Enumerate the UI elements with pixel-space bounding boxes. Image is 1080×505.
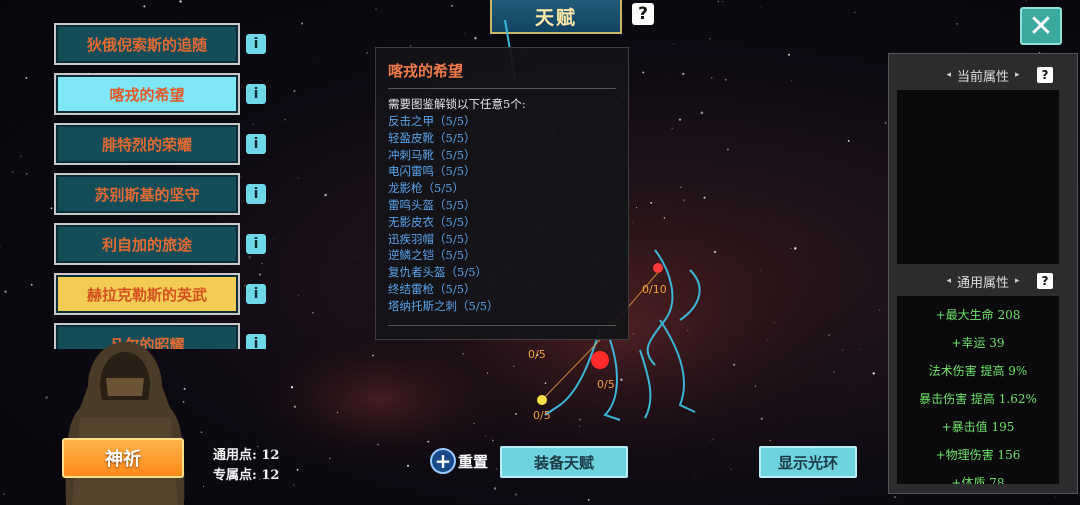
talent-item-sobieski[interactable]: 苏别斯基的坚守 bbox=[54, 173, 240, 215]
requirement-list: 反击之甲（5/5） 轻盈皮靴（5/5） 冲刺马靴（5/5） 电闪雷鸣（5/5） … bbox=[388, 113, 499, 315]
attribute-line: +最大生命 208 bbox=[935, 308, 1021, 322]
exclusive-points: 专属点: 12 bbox=[213, 468, 280, 483]
plus-icon: + bbox=[430, 448, 456, 474]
star-node bbox=[591, 351, 609, 369]
attribute-panel: ◂ 当前属性 ▸ ? ◂ 通用属性 ▸ ? +最大生命 208 +幸运 39 法… bbox=[888, 53, 1078, 494]
info-icon[interactable]: i bbox=[246, 234, 266, 254]
show-halo-button[interactable]: 显示光环 bbox=[759, 446, 857, 478]
attribute-line: 法术伤害 提高 9% bbox=[928, 364, 1028, 378]
requirement-item: 逆鳞之铠（5/5） bbox=[388, 248, 476, 263]
general-points: 通用点: 12 bbox=[213, 448, 280, 463]
talent-list[interactable]: 狄俄倪索斯的追随 i 喀戎的希望 i 腓特烈的荣耀 i 苏别斯基的坚守 i 利自… bbox=[54, 23, 284, 349]
attribute-line: +体质 78 bbox=[951, 476, 1005, 484]
info-icon[interactable]: i bbox=[246, 34, 266, 54]
requirement-item: 无影皮衣（5/5） bbox=[388, 214, 476, 229]
info-icon[interactable]: i bbox=[246, 84, 266, 104]
info-icon[interactable]: i bbox=[246, 284, 266, 304]
node-label: 0/10 bbox=[642, 283, 667, 296]
talent-item-dionysus[interactable]: 狄俄倪索斯的追随 bbox=[54, 23, 240, 65]
arrow-left-icon: ◂ bbox=[946, 276, 951, 286]
talent-item-journey[interactable]: 利自加的旅途 bbox=[54, 223, 240, 265]
arrow-right-icon: ▸ bbox=[1015, 276, 1020, 286]
node-label: 0/5 bbox=[597, 378, 615, 391]
attribute-line: 暴击伤害 提高 1.62% bbox=[919, 392, 1037, 406]
attribute-line: +暴击值 195 bbox=[941, 420, 1015, 434]
general-attributes-title: 通用属性 bbox=[956, 275, 1009, 291]
requirement-item: 雷鸣头盔（5/5） bbox=[388, 197, 476, 212]
current-attributes-title: 当前属性 bbox=[956, 69, 1009, 85]
requirement-item: 龙影枪（5/5） bbox=[388, 181, 465, 196]
node-label: 0/5 bbox=[533, 409, 551, 422]
arrow-left-icon: ◂ bbox=[946, 70, 951, 80]
tooltip-title: 喀戎的希望 bbox=[388, 62, 464, 80]
node-label: 0/5 bbox=[528, 348, 546, 361]
talent-item-heracles[interactable]: 赫拉克勒斯的英武 bbox=[54, 273, 240, 315]
equip-talent-button[interactable]: 装备天赋 bbox=[500, 446, 628, 478]
question-icon[interactable]: ? bbox=[1037, 67, 1053, 83]
requirement-item: 终结雷枪（5/5） bbox=[388, 281, 476, 296]
requirement-item: 迅疾羽帽（5/5） bbox=[388, 231, 476, 246]
talent-item-frederick[interactable]: 腓特烈的荣耀 bbox=[54, 123, 240, 165]
requirement-item: 冲刺马靴（5/5） bbox=[388, 147, 476, 162]
current-attributes-box bbox=[897, 90, 1059, 264]
requirement-item: 电闪雷鸣（5/5） bbox=[388, 164, 476, 179]
tooltip-requirement: 需要图鉴解锁以下任意5个: bbox=[388, 97, 526, 111]
star-node bbox=[653, 263, 663, 273]
requirement-item: 塔纳托斯之刺（5/5） bbox=[388, 298, 499, 313]
info-icon[interactable]: i bbox=[246, 134, 266, 154]
close-icon[interactable]: ✕ bbox=[1020, 7, 1062, 45]
requirement-item: 轻盈皮靴（5/5） bbox=[388, 130, 476, 145]
info-icon[interactable]: i bbox=[246, 184, 266, 204]
question-icon[interactable]: ? bbox=[1037, 273, 1053, 289]
info-icon[interactable]: i bbox=[246, 334, 266, 349]
divider bbox=[388, 325, 616, 326]
talent-item-chiron[interactable]: 喀戎的希望 bbox=[54, 73, 240, 115]
pray-button[interactable]: 神祈 bbox=[62, 438, 184, 478]
talent-tooltip: 喀戎的希望 需要图鉴解锁以下任意5个: 反击之甲（5/5） 轻盈皮靴（5/5） … bbox=[375, 47, 629, 340]
reset-button[interactable]: + 重置 bbox=[430, 448, 488, 474]
attribute-line: +幸运 39 bbox=[951, 336, 1005, 350]
reset-label: 重置 bbox=[458, 452, 489, 471]
arrow-right-icon: ▸ bbox=[1015, 70, 1020, 80]
attribute-line: +物理伤害 156 bbox=[935, 448, 1021, 462]
requirement-item: 复仇者头盔（5/5） bbox=[388, 265, 488, 280]
hooded-hero-figure bbox=[65, 342, 185, 505]
requirement-item: 反击之甲（5/5） bbox=[388, 114, 476, 128]
general-attributes-box[interactable]: +最大生命 208 +幸运 39 法术伤害 提高 9% 暴击伤害 提高 1.62… bbox=[897, 296, 1059, 484]
star-node bbox=[537, 395, 547, 405]
divider bbox=[388, 88, 616, 89]
